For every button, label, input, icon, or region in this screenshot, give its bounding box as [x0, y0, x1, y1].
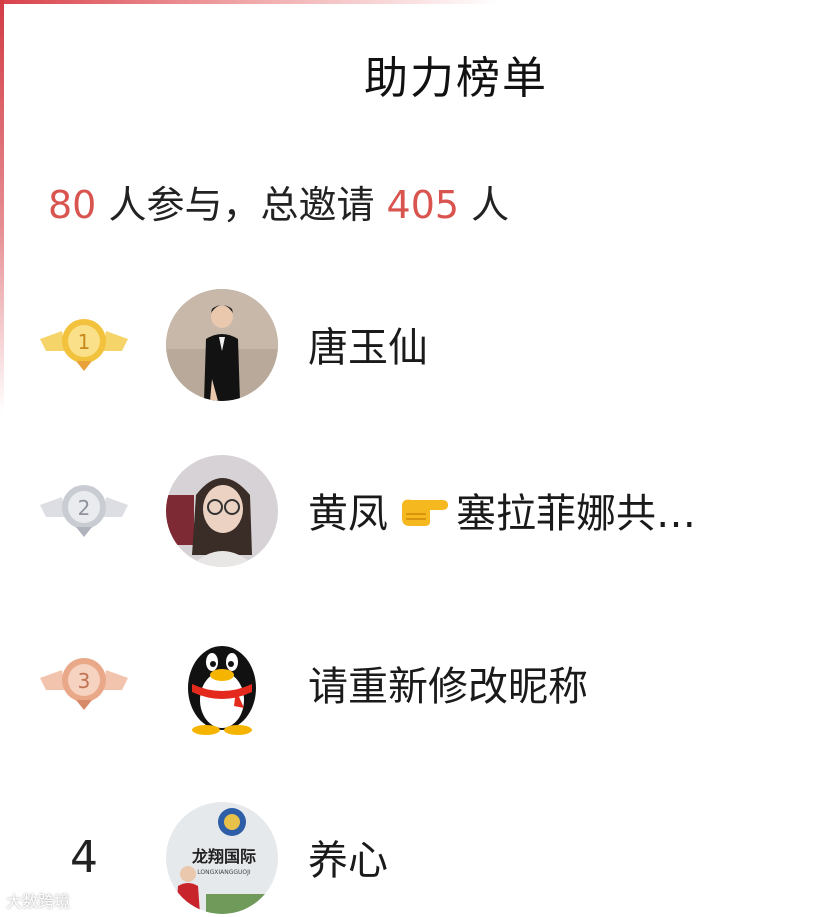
- user-name-part-2: 塞拉菲娜共…: [456, 491, 696, 537]
- medal-rank-number: 2: [78, 496, 91, 520]
- leaderboard-row-3[interactable]: 3 请重新修改昵称: [0, 623, 832, 743]
- user-name-part-1: 黄凤: [308, 491, 388, 537]
- header-red-strip: [0, 0, 832, 4]
- leaderboard-row-2[interactable]: 2 黄凤 塞拉菲娜共…: [0, 450, 832, 570]
- participant-count: 80: [48, 183, 97, 227]
- user-name: 唐玉仙: [308, 325, 428, 371]
- silver-medal-icon: 2: [36, 450, 132, 570]
- watermark: 大数跨境: [6, 892, 71, 911]
- leaderboard-row-4[interactable]: 4 龙翔国际 LONGXIANGGUOJI 养心: [0, 797, 832, 917]
- page-title: 助力榜单: [364, 53, 548, 104]
- avatar[interactable]: [166, 628, 278, 740]
- invited-label: 人: [459, 183, 510, 227]
- invited-count: 405: [386, 183, 460, 227]
- avatar[interactable]: 龙翔国际 LONGXIANGGUOJI: [166, 802, 278, 914]
- rank-text: 4: [70, 831, 98, 883]
- user-name: 请重新修改昵称: [308, 664, 588, 710]
- avatar-logo-text: 龙翔国际: [191, 847, 256, 866]
- pointing-hand-icon: [402, 499, 448, 526]
- participants-label: 人参与，总邀请: [96, 183, 387, 227]
- user-name: 养心: [308, 838, 388, 884]
- avatar-logo-subtext: LONGXIANGGUOJI: [197, 869, 251, 876]
- medal-rank-number: 3: [78, 669, 91, 693]
- avatar[interactable]: [166, 455, 278, 567]
- participation-summary: 80 人参与，总邀请 405 人: [48, 174, 509, 229]
- leaderboard-row-1[interactable]: 1 唐玉仙: [0, 284, 832, 404]
- bronze-medal-icon: 3: [36, 623, 132, 743]
- gold-medal-icon: 1: [36, 284, 132, 404]
- avatar[interactable]: [166, 289, 278, 401]
- medal-rank-number: 1: [78, 330, 91, 354]
- user-name: 黄凤 塞拉菲娜共…: [308, 450, 696, 570]
- qq-penguin-icon: [166, 628, 278, 740]
